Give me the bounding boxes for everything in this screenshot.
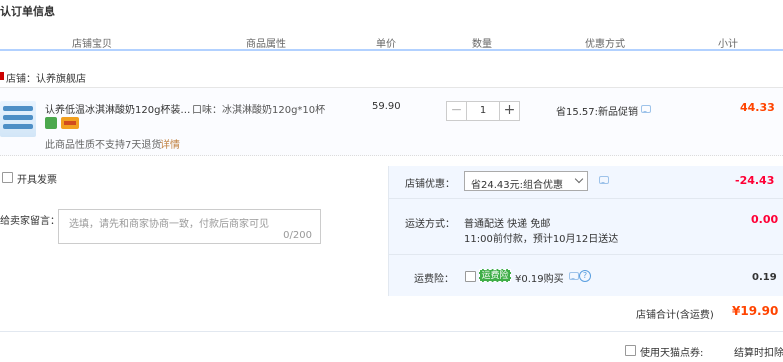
- seller-note-placeholder: 选填，请先和商家协商一致，付款后商家可见: [69, 219, 269, 230]
- quantity-minus-button[interactable]: −: [447, 102, 467, 120]
- quantity-plus-button[interactable]: +: [499, 102, 519, 120]
- shop-row: 店铺：认养旗舰店: [0, 62, 783, 88]
- shipping-fee: 0.00: [751, 213, 779, 226]
- invoice-checkbox[interactable]: [2, 172, 13, 183]
- product-thumbnail[interactable]: [0, 101, 36, 137]
- quantity-input[interactable]: 1: [468, 102, 498, 120]
- seller-note-counter: 0/200: [283, 230, 312, 241]
- col-quantity: 数量: [472, 39, 492, 50]
- insurance-amount: 0.19: [752, 272, 777, 283]
- col-shop-product: 店铺宝贝: [72, 39, 112, 50]
- points-checkbox[interactable]: [625, 345, 636, 356]
- points-label[interactable]: 使用天猫点券:: [640, 344, 703, 359]
- chat-icon[interactable]: [569, 272, 579, 280]
- insurance-checkbox[interactable]: [465, 271, 476, 282]
- divider: [388, 254, 783, 255]
- item-subtotal: 44.33: [740, 101, 775, 114]
- divider: [388, 198, 783, 199]
- chat-icon[interactable]: [599, 176, 609, 184]
- insurance-label: 运费险：: [414, 274, 454, 285]
- return-notice: 此商品性质不支持7天退货: [45, 140, 162, 151]
- page-title: 认订单信息: [0, 5, 55, 18]
- shipping-eta: 11:00前付款，预计10月12日送达: [464, 234, 619, 245]
- invoice-label[interactable]: 开具发票: [17, 171, 57, 186]
- col-discount: 优惠方式: [585, 39, 625, 50]
- shop-total-value: ¥19.90: [732, 304, 779, 318]
- column-header: 店铺宝贝 商品属性 单价 数量 优惠方式 小计: [0, 33, 783, 51]
- card-payment-icon: [61, 117, 79, 129]
- shop-total-label: 店铺合计(含运费): [636, 310, 714, 321]
- seller-note-label: 给卖家留言：: [0, 216, 60, 227]
- shop-icon: [0, 72, 4, 80]
- product-name-link[interactable]: 认养低温冰淇淋酸奶120g杯装…: [45, 101, 190, 116]
- insurance-tag: 运费险: [479, 269, 511, 282]
- help-icon[interactable]: ?: [579, 270, 591, 282]
- shop-promo-label: 店铺优惠：: [405, 179, 455, 190]
- seller-note-textarea[interactable]: 选填，请先和商家协商一致，付款后商家可见 0/200: [58, 209, 321, 244]
- green-service-icon: [45, 117, 57, 129]
- chevron-down-icon: [574, 174, 584, 184]
- product-attribute: 口味：冰淇淋酸奶120g*10杯: [192, 105, 326, 116]
- col-unit-price: 单价: [376, 39, 396, 50]
- quantity-stepper: − 1 +: [446, 101, 520, 121]
- points-settle-note: 结算时扣除: [734, 348, 783, 359]
- col-attributes: 商品属性: [246, 39, 286, 50]
- col-subtotal: 小计: [718, 39, 738, 50]
- item-discount: 省15.57:新品促销: [556, 107, 638, 118]
- unit-price: 59.90: [372, 101, 401, 112]
- shop-promo-select[interactable]: 省24.43元:组合优惠: [464, 171, 588, 191]
- divider: [0, 331, 783, 332]
- divider: [388, 166, 389, 296]
- chat-icon[interactable]: [641, 105, 651, 113]
- shop-promo-selected: 省24.43元:组合优惠: [471, 180, 563, 191]
- return-detail-link[interactable]: 详情: [160, 136, 180, 151]
- shipping-method: 普通配送 快递 免邮: [464, 219, 551, 230]
- shipping-label: 运送方式：: [405, 219, 455, 230]
- shop-name-link[interactable]: 店铺：认养旗舰店: [6, 70, 86, 85]
- shop-promo-amount: -24.43: [735, 174, 775, 187]
- insurance-price: ¥0.19购买: [515, 274, 564, 285]
